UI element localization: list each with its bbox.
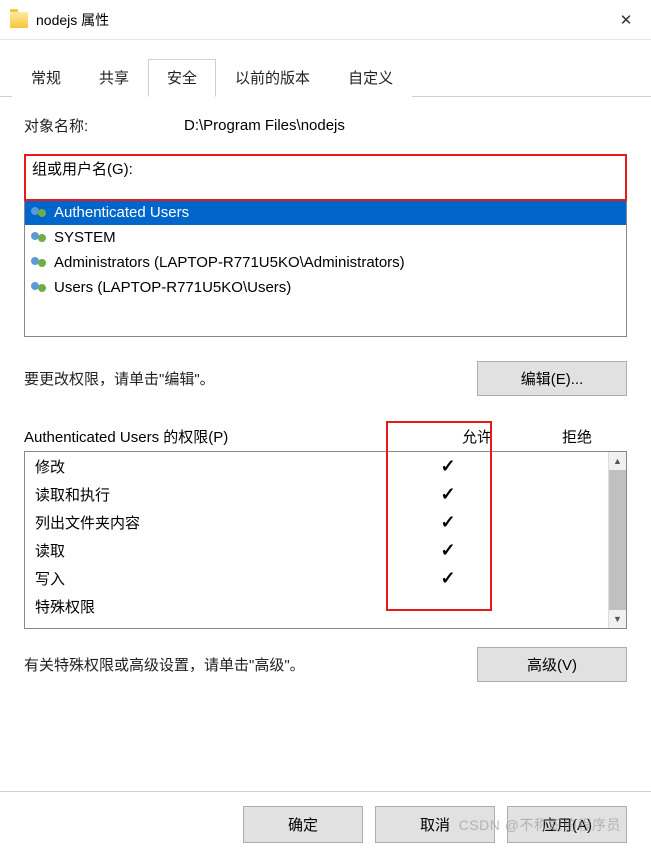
tab-customize[interactable]: 自定义 [329,59,412,97]
perm-name: 特殊权限 [35,596,398,617]
advanced-button[interactable]: 高级(V) [477,647,627,682]
perm-row-read: 读取 ✓ [25,536,608,564]
perm-row-modify: 修改 ✓ [25,452,608,480]
user-item-label: Authenticated Users [54,204,189,221]
tab-share[interactable]: 共享 [80,59,148,97]
object-name-label: 对象名称: [24,115,184,136]
perm-allow: ✓ [398,540,498,561]
scroll-thumb[interactable] [609,470,626,610]
perm-name: 列出文件夹内容 [35,512,398,533]
dialog-footer: 确定 取消 应用(A) [0,791,651,857]
perm-row-write: 写入 ✓ [25,564,608,592]
tab-general[interactable]: 常规 [12,59,80,97]
scrollbar[interactable]: ▲ ▼ [608,452,626,628]
perm-allow: ✓ [398,484,498,505]
object-name-value: D:\Program Files\nodejs [184,117,345,134]
users-icon [31,280,49,296]
tab-previous-versions[interactable]: 以前的版本 [216,59,329,97]
edit-row: 要更改权限，请单击"编辑"。 编辑(E)... [24,361,627,396]
perm-name: 读取和执行 [35,484,398,505]
user-item-label: Users (LAPTOP-R771U5KO\Users) [54,279,291,296]
users-icon [31,205,49,221]
annotation-box-users: 组或用户名(G): [24,154,627,201]
user-item-label: SYSTEM [54,229,116,246]
edit-hint: 要更改权限，请单击"编辑"。 [24,368,215,389]
scroll-up-icon[interactable]: ▲ [609,452,626,470]
perm-row-list-folder: 列出文件夹内容 ✓ [25,508,608,536]
titlebar-left: nodejs 属性 [10,10,109,30]
tab-security[interactable]: 安全 [148,59,216,97]
ok-button[interactable]: 确定 [243,806,363,843]
perm-name: 读取 [35,540,398,561]
permissions-list: 修改 ✓ 读取和执行 ✓ 列出文件夹内容 ✓ 读取 ✓ 写入 ✓ [24,451,627,629]
permissions-for-label: Authenticated Users 的权限(P) [24,426,427,447]
users-icon [31,255,49,271]
perm-allow: ✓ [398,512,498,533]
folder-icon [10,12,28,28]
window-title: nodejs 属性 [36,10,109,30]
user-item-authenticated-users[interactable]: Authenticated Users [25,200,626,225]
group-users-label: 组或用户名(G): [32,158,619,179]
user-item-label: Administrators (LAPTOP-R771U5KO\Administ… [54,254,405,271]
user-list[interactable]: Authenticated Users SYSTEM Administrator… [24,199,627,337]
permissions-scroll-area[interactable]: 修改 ✓ 读取和执行 ✓ 列出文件夹内容 ✓ 读取 ✓ 写入 ✓ [25,452,608,628]
col-deny-label: 拒绝 [527,426,627,447]
close-button[interactable]: ✕ [603,0,649,40]
advanced-hint: 有关特殊权限或高级设置，请单击"高级"。 [24,654,305,675]
user-item-administrators[interactable]: Administrators (LAPTOP-R771U5KO\Administ… [25,250,626,275]
titlebar: nodejs 属性 ✕ [0,0,651,40]
edit-button[interactable]: 编辑(E)... [477,361,627,396]
col-allow-label: 允许 [427,426,527,447]
tab-content-security: 对象名称: D:\Program Files\nodejs 组或用户名(G): … [0,97,651,702]
perm-allow: ✓ [398,568,498,589]
scroll-down-icon[interactable]: ▼ [609,610,626,628]
permissions-header: Authenticated Users 的权限(P) 允许 拒绝 [24,426,627,447]
perm-row-read-execute: 读取和执行 ✓ [25,480,608,508]
user-item-system[interactable]: SYSTEM [25,225,626,250]
perm-row-special: 特殊权限 [25,592,608,620]
perm-name: 写入 [35,568,398,589]
apply-button[interactable]: 应用(A) [507,806,627,843]
perm-allow: ✓ [398,456,498,477]
object-name-row: 对象名称: D:\Program Files\nodejs [24,115,627,136]
perm-name: 修改 [35,456,398,477]
users-icon [31,230,49,246]
tabbar: 常规 共享 安全 以前的版本 自定义 [0,40,651,97]
advanced-row: 有关特殊权限或高级设置，请单击"高级"。 高级(V) [24,647,627,682]
cancel-button[interactable]: 取消 [375,806,495,843]
user-item-users[interactable]: Users (LAPTOP-R771U5KO\Users) [25,275,626,300]
